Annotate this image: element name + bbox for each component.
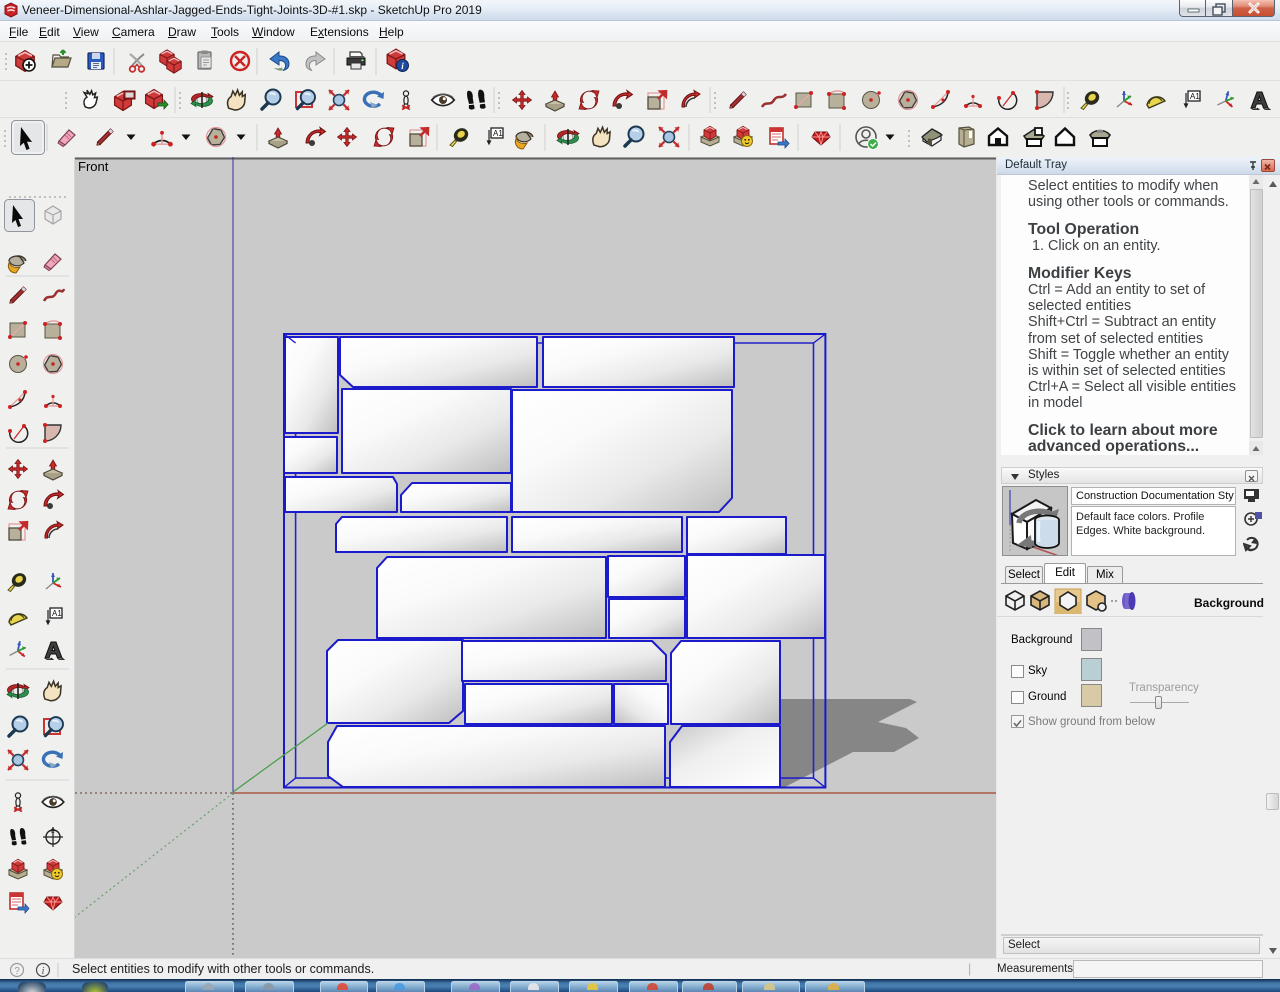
svg-text:?: ? [14,966,20,977]
svg-text:i: i [42,966,45,977]
svg-text:Front: Front [78,159,109,174]
